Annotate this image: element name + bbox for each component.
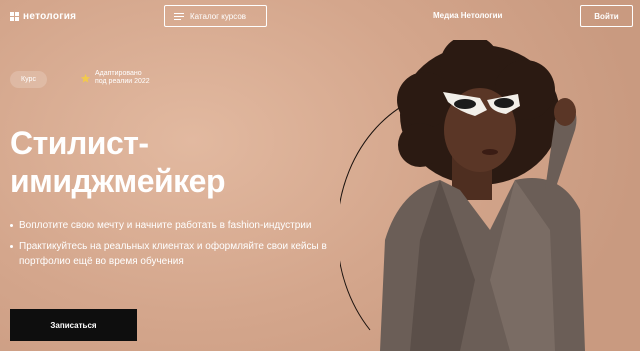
hero-model-image — [340, 40, 585, 351]
benefit-item: Практикуйтесь на реальных клиентах и офо… — [10, 239, 370, 269]
catalog-button-label: Каталог курсов — [190, 11, 247, 21]
title-line-2: имиджмейкер — [10, 163, 226, 199]
signup-button[interactable]: Записаться — [10, 309, 137, 341]
adapted-line-2: под реалии 2022 — [95, 78, 150, 85]
adapted-line-1: Адаптировано — [95, 70, 142, 77]
logo-text: нетология — [23, 10, 77, 22]
top-navigation: нетология Каталог курсов Медиа Нетологии… — [0, 0, 640, 34]
login-button[interactable]: Войти — [580, 5, 633, 27]
hand — [554, 98, 576, 126]
adapted-badge: Адаптировано под реалии 2022 — [80, 70, 150, 86]
benefit-item: Воплотите свою мечту и начните работать … — [10, 218, 370, 233]
course-catalog-button[interactable]: Каталог курсов — [164, 5, 267, 27]
hamburger-icon — [174, 12, 184, 20]
leather-coat — [380, 178, 585, 351]
adapted-text: Адаптировано под реалии 2022 — [95, 70, 150, 86]
course-badge: Курс — [10, 71, 47, 88]
netology-logo[interactable]: нетология — [10, 9, 76, 23]
grid-logo-icon — [10, 11, 19, 21]
benefits-list: Воплотите свою мечту и начните работать … — [10, 218, 370, 275]
title-line-1: Стилист- — [10, 125, 149, 161]
media-link[interactable]: Медиа Нетологии — [433, 11, 502, 20]
star-icon — [80, 73, 91, 83]
page-title: Стилист- имиджмейкер — [10, 124, 370, 200]
